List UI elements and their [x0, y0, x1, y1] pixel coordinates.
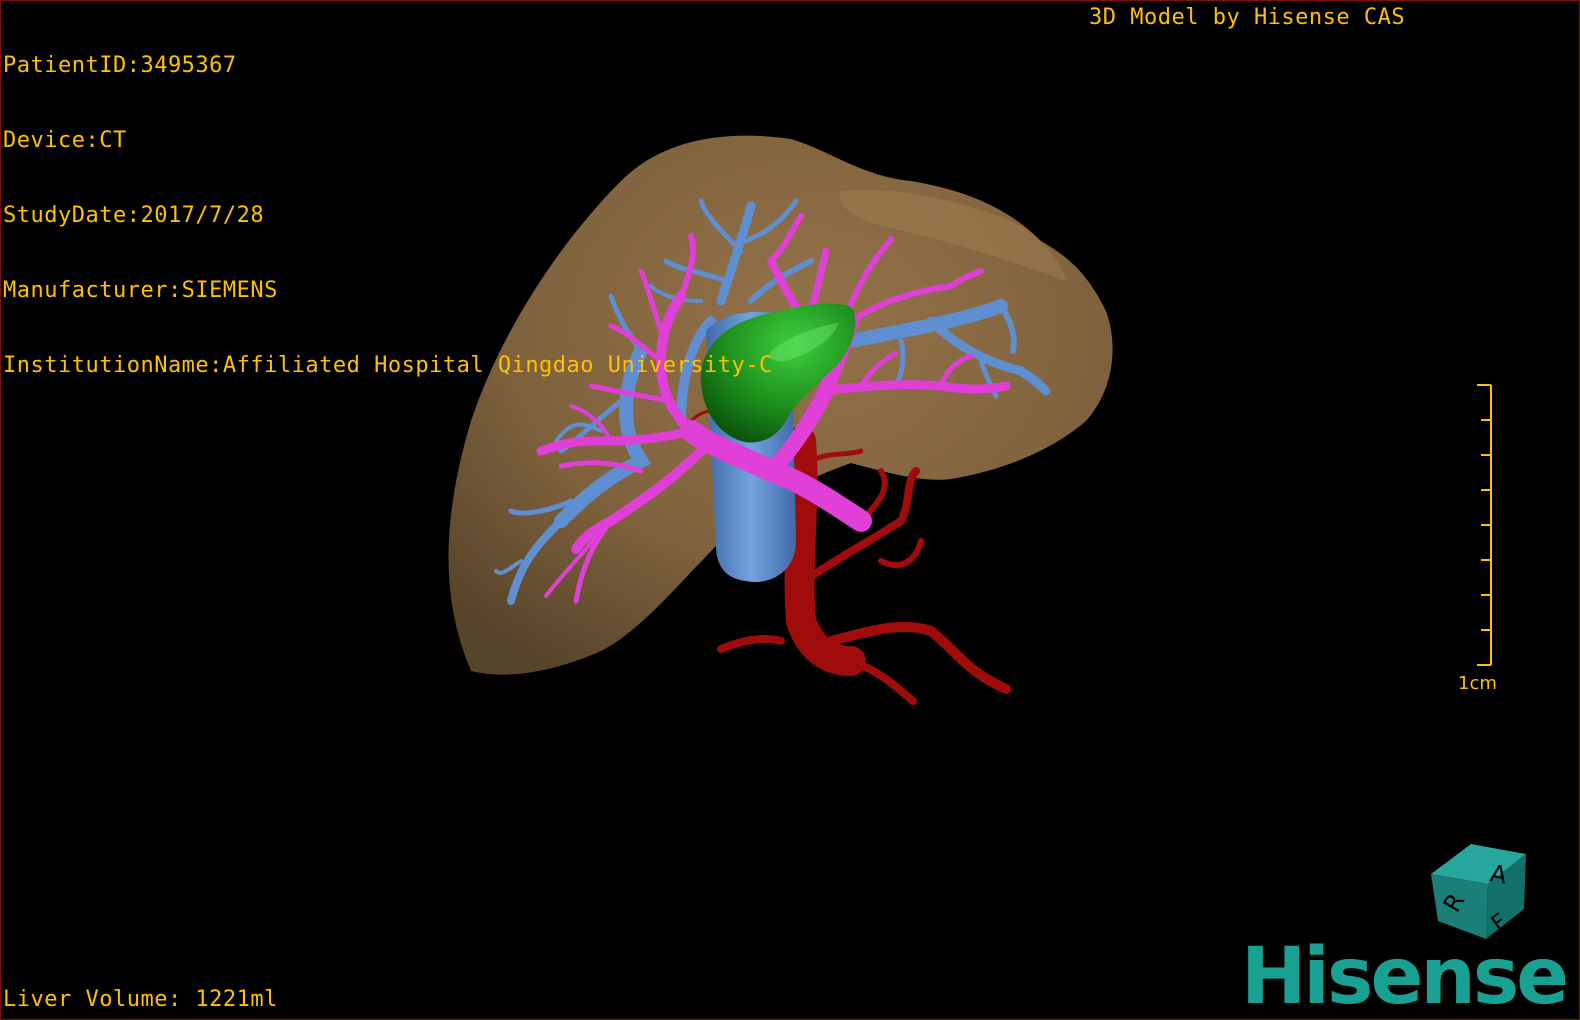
patient-id-label: PatientID:3495367	[3, 53, 237, 78]
study-date-label: StudyDate:2017/7/28	[3, 203, 265, 228]
institution-name-label: InstitutionName:Affiliated Hospital Qing…	[3, 353, 773, 378]
scale-bar-label: 1cm	[1458, 673, 1497, 694]
orientation-cube-icon[interactable]: A R F	[1426, 839, 1536, 944]
model-credit-label: 3D Model by Hisense CAS	[1089, 5, 1406, 30]
render-viewport[interactable]: PatientID:3495367 Device:CT StudyDate:20…	[0, 0, 1580, 1020]
hisense-logo: Hisense	[1241, 932, 1569, 1020]
scale-bar	[1477, 384, 1492, 666]
manufacturer-label: Manufacturer:SIEMENS	[3, 278, 278, 303]
device-label: Device:CT	[3, 128, 127, 153]
dicom-info-overlay: PatientID:3495367 Device:CT StudyDate:20…	[3, 3, 773, 428]
liver-volume-label: Liver Volume: 1221ml	[3, 987, 278, 1012]
